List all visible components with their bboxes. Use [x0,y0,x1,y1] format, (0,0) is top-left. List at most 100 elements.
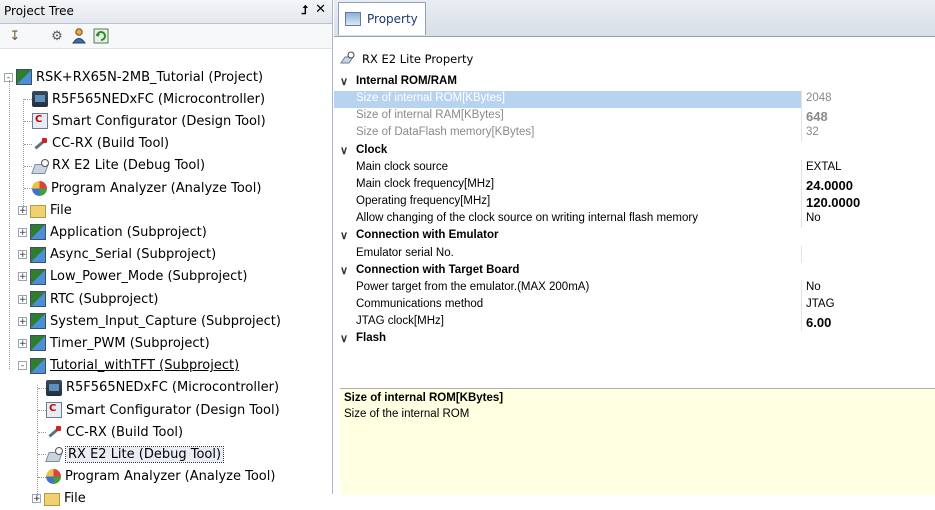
close-icon[interactable]: ✕ [315,2,326,17]
expand-icon[interactable]: + [18,316,27,326]
property-value[interactable]: 32 [806,126,819,138]
analyzer-icon [46,469,61,485]
column-divider [801,314,802,332]
tree-item-label: RSK+RX65N-2MB_Tutorial (Project) [36,69,264,85]
collapse-icon[interactable]: - [18,361,27,371]
column-divider [801,176,802,194]
tree-item[interactable]: Program Analyzer (Analyze Tool) [32,177,261,199]
property-name: Allow changing of the clock source on wr… [356,212,698,225]
sort-icon[interactable]: ↧ [6,27,24,45]
column-divider [801,211,802,229]
expand-icon[interactable]: + [18,294,27,304]
property-row[interactable]: Size of internal RAM[KBytes] 648 [334,108,935,126]
tree-item-label: RX E2 Lite (Debug Tool) [52,158,206,174]
tree-item-label: R5F565NEDxFC (Microcontroller) [52,91,266,107]
property-row[interactable]: Main clock frequency[MHz] 24.0000 [334,176,935,194]
description-panel: Size of internal ROM[KBytes] Size of the… [340,388,935,495]
tree-item[interactable]: RX E2 Lite (Debug Tool) [46,443,225,465]
property-row[interactable]: JTAG clock[MHz] 6.00 [334,314,935,332]
tab-property[interactable]: Property [338,2,426,35]
microcontroller-icon [46,379,62,396]
expand-icon[interactable]: + [18,338,27,348]
build-tool-icon [32,136,48,152]
tree-item-label: RTC (Subproject) [50,291,159,307]
property-name: Size of DataFlash memory[KBytes] [356,126,535,139]
property-panel: Property RX E2 Lite Property ∨ Internal R… [334,0,935,495]
chevron-down-icon[interactable]: ∨ [340,332,348,345]
property-category[interactable]: ∨ Flash [334,331,935,348]
expand-icon[interactable]: + [18,250,27,260]
property-tab-icon [345,12,361,26]
property-category-label: Clock [356,143,388,156]
property-name: Power target from the emulator.(MAX 200m… [356,280,590,293]
property-value[interactable]: 120.0000 [806,195,860,210]
description-title: Size of internal ROM[KBytes] [344,392,504,404]
tree-item[interactable]: Program Analyzer (Analyze Tool) [46,466,275,488]
property-value[interactable]: 24.0000 [806,178,853,193]
property-category[interactable]: ∨ Connection with Emulator [334,228,935,245]
property-row[interactable]: Size of internal ROM[KBytes] 2048 [334,91,935,109]
subproject-icon [30,246,46,263]
chevron-down-icon[interactable]: ∨ [340,144,348,157]
property-row[interactable]: Size of DataFlash memory[KBytes] 32 [334,125,935,143]
folder-icon [30,204,46,218]
subproject-icon [30,268,46,285]
property-value[interactable]: 6.00 [806,315,831,330]
tree-item[interactable]: R5F565NEDxFC (Microcontroller) [32,88,265,110]
property-value[interactable]: 2048 [806,92,832,104]
tree-item[interactable]: + Application (Subproject) [18,221,207,243]
tree-item[interactable]: R5F565NEDxFC (Microcontroller) [46,377,279,399]
property-row[interactable]: Operating frequency[MHz] 120.0000 [334,194,935,212]
property-value[interactable]: No [806,212,821,224]
project-icon [16,69,32,85]
expand-icon[interactable]: + [18,227,27,237]
property-value[interactable]: No [806,281,821,293]
tree-item[interactable]: - RSK+RX65N-2MB_Tutorial (Project) [4,66,263,88]
property-category[interactable]: ∨ Connection with Target Board [334,263,935,280]
tree-item-label: CC-RX (Build Tool) [52,136,170,152]
tree-item[interactable]: + System_Input_Capture (Subproject) [18,310,281,332]
property-category[interactable]: ∨ Internal ROM/RAM [334,74,935,91]
property-row[interactable]: Emulator serial No. [334,245,935,263]
description-text: Size of the internal ROM [344,408,470,420]
column-divider [801,194,802,212]
tree-item[interactable]: Smart Configurator (Design Tool) [46,399,280,421]
tree-item-label: Smart Configurator (Design Tool) [52,113,266,129]
expand-icon[interactable]: + [18,272,27,282]
property-row[interactable]: Allow changing of the clock source on wr… [334,211,935,229]
debug-tool-icon [46,446,63,462]
property-value[interactable]: 648 [806,109,828,124]
tree-item[interactable]: + RTC (Subproject) [18,288,158,310]
tree-item[interactable]: + Low_Power_Mode (Subproject) [18,266,247,288]
property-row[interactable]: Main clock source EXTAL [334,159,935,177]
property-category[interactable]: ∨ Clock [334,143,935,160]
settings-icon[interactable]: ⚙ [48,27,66,45]
tree-item[interactable]: Smart Configurator (Design Tool) [32,110,266,132]
refresh-icon[interactable] [92,27,110,45]
property-value[interactable]: EXTAL [806,161,842,173]
property-name: Communications method [356,297,484,310]
tree-item-label: System_Input_Capture (Subproject) [50,313,281,329]
property-row[interactable]: Communications method JTAG [334,296,935,314]
chevron-down-icon[interactable]: ∨ [340,264,348,277]
property-row[interactable]: Power target from the emulator.(MAX 200m… [334,279,935,297]
chevron-down-icon[interactable]: ∨ [340,75,348,88]
tree-item[interactable]: + Async_Serial (Subproject) [18,244,216,266]
user-icon[interactable] [70,27,88,45]
column-divider [801,125,802,143]
project-tree-header: Project Tree ⮥ ✕ [0,0,332,24]
property-value[interactable]: JTAG [806,298,835,310]
tab-property-label: Property [367,12,418,26]
tree-item[interactable]: + Timer_PWM (Subproject) [18,332,210,354]
tree-item[interactable]: - Tutorial_withTFT (Subproject) [18,355,239,377]
chevron-down-icon[interactable]: ∨ [340,229,348,242]
tree-item[interactable]: CC-RX (Build Tool) [32,133,169,155]
tree-item[interactable]: RX E2 Lite (Debug Tool) [32,155,205,177]
project-tree-panel: Project Tree ⮥ ✕ ↧ ⚙ - RSK+RX65N-2MB_Tuto… [0,0,333,507]
tree-item[interactable]: CC-RX (Build Tool) [46,421,183,443]
tree-item[interactable]: + File [32,488,86,510]
property-name: Size of internal ROM[KBytes] [356,92,505,105]
tree-item[interactable]: + File [18,199,72,221]
column-divider [801,108,802,126]
pin-icon[interactable]: ⮥ [301,3,308,18]
